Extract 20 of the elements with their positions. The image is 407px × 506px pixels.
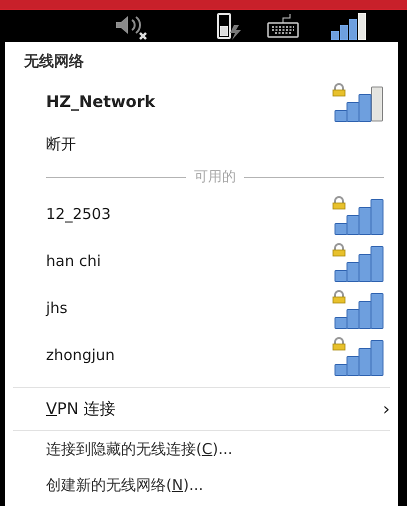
battery-icon[interactable] [214, 11, 244, 41]
network-item[interactable]: HZ_Network [5, 78, 398, 125]
menu-header: 无线网络 [22, 51, 85, 72]
submenu-arrow: › [382, 398, 390, 422]
signal-strength-icon [332, 82, 384, 122]
vpn-menu-item[interactable]: VPN 连接 › [5, 388, 398, 430]
disconnect-item[interactable]: 断开 [5, 125, 398, 163]
menu-item[interactable]: 连接到隐藏的无线连接(C)... [5, 431, 398, 467]
signal-strength-icon [332, 194, 384, 234]
menu-item[interactable]: 创建新的无线网络(N)... [5, 467, 398, 503]
network-item[interactable]: han chi [5, 238, 398, 285]
network-item[interactable]: zhongjun [5, 332, 398, 379]
vpn-label: VPN 连接 [46, 398, 116, 420]
network-item[interactable]: 12_2503 [5, 191, 398, 238]
signal-strength-icon [332, 336, 384, 376]
signal-strength-icon [332, 242, 384, 282]
section-label: 可用的 [194, 168, 236, 186]
network-item[interactable]: jhs [5, 285, 398, 332]
keyboard-icon[interactable] [266, 11, 300, 41]
signal-strength-icon [332, 288, 384, 328]
